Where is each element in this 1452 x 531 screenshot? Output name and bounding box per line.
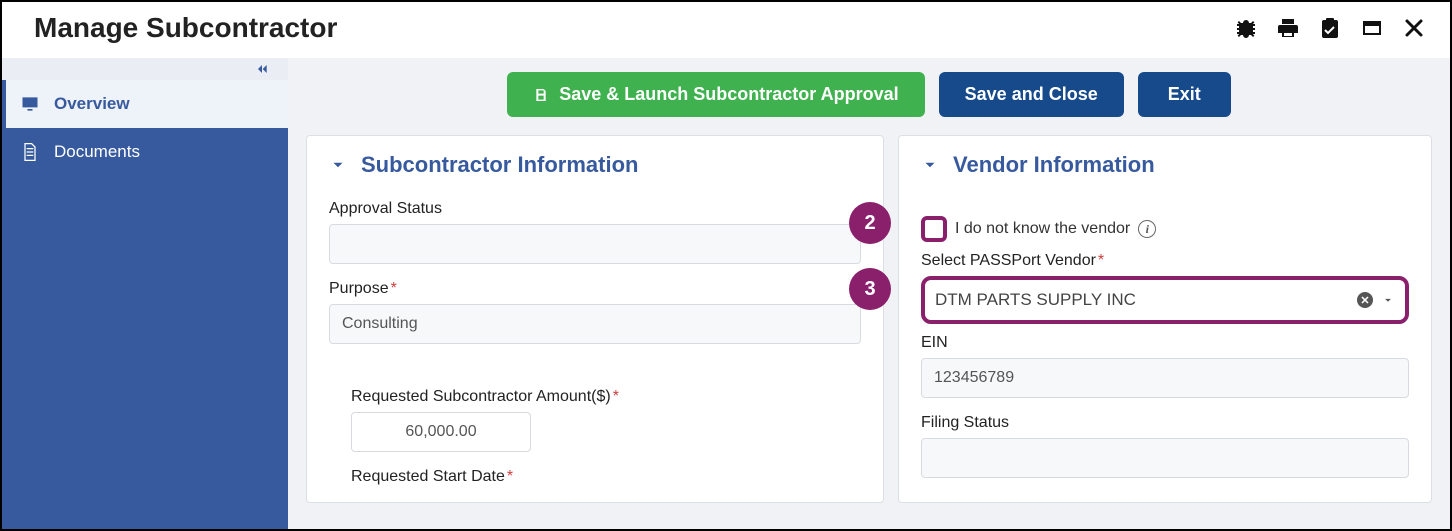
select-vendor-label: Select PASSPort Vendor [921, 252, 1409, 270]
info-icon[interactable]: i [1138, 220, 1156, 238]
subcontractor-info-panel: Subcontractor Information Approval Statu… [306, 135, 884, 503]
sidebar-item-label: Overview [54, 94, 130, 114]
filing-status-field[interactable] [921, 438, 1409, 478]
document-icon [20, 142, 40, 162]
bug-icon[interactable] [1234, 16, 1258, 40]
sidebar-item-documents[interactable]: Documents [2, 128, 288, 176]
panel-toggle[interactable]: Subcontractor Information [329, 152, 861, 178]
chevron-down-icon [921, 156, 939, 174]
unknown-vendor-checkbox[interactable] [921, 216, 947, 242]
sidebar: Overview Documents [2, 58, 288, 529]
exit-button[interactable]: Exit [1138, 72, 1231, 117]
filing-status-label: Filing Status [921, 414, 1409, 432]
caret-down-icon [1381, 293, 1395, 307]
annotation-badge-3: 3 [849, 268, 891, 310]
select-vendor-dropdown[interactable]: DTM PARTS SUPPLY INC ✕ [933, 286, 1397, 314]
ein-field[interactable] [921, 358, 1409, 398]
close-icon[interactable] [1402, 16, 1426, 40]
requested-amount-label: Requested Subcontractor Amount($) [351, 388, 861, 406]
main-content: Save & Launch Subcontractor Approval Sav… [288, 58, 1450, 529]
purpose-field[interactable] [329, 304, 861, 344]
vendor-info-panel: 2 3 Vendor Information I do not know the… [898, 135, 1432, 503]
save-icon [533, 87, 549, 103]
requested-amount-field[interactable] [351, 412, 531, 452]
ein-label: EIN [921, 334, 1409, 352]
chevron-down-icon [329, 156, 347, 174]
purpose-label: Purpose [329, 280, 861, 298]
save-launch-button[interactable]: Save & Launch Subcontractor Approval [507, 72, 924, 117]
sidebar-collapse-button[interactable] [2, 58, 288, 80]
requested-start-label: Requested Start Date [351, 468, 861, 486]
sidebar-item-overview[interactable]: Overview [2, 80, 288, 128]
window-header: Manage Subcontractor [2, 2, 1450, 58]
page-title: Manage Subcontractor [34, 12, 337, 44]
window-icon[interactable] [1360, 16, 1384, 40]
monitor-icon [20, 94, 40, 114]
clear-icon[interactable]: ✕ [1357, 292, 1373, 308]
approval-status-field[interactable] [329, 224, 861, 264]
sidebar-item-label: Documents [54, 142, 140, 162]
action-bar: Save & Launch Subcontractor Approval Sav… [306, 72, 1432, 117]
approval-status-label: Approval Status [329, 200, 861, 218]
clipboard-check-icon[interactable] [1318, 16, 1342, 40]
print-icon[interactable] [1276, 16, 1300, 40]
annotation-badge-2: 2 [849, 202, 891, 244]
save-close-button[interactable]: Save and Close [939, 72, 1124, 117]
panel-toggle[interactable]: Vendor Information [921, 152, 1409, 178]
unknown-vendor-label: I do not know the vendor [955, 220, 1130, 238]
window-controls [1234, 16, 1426, 40]
